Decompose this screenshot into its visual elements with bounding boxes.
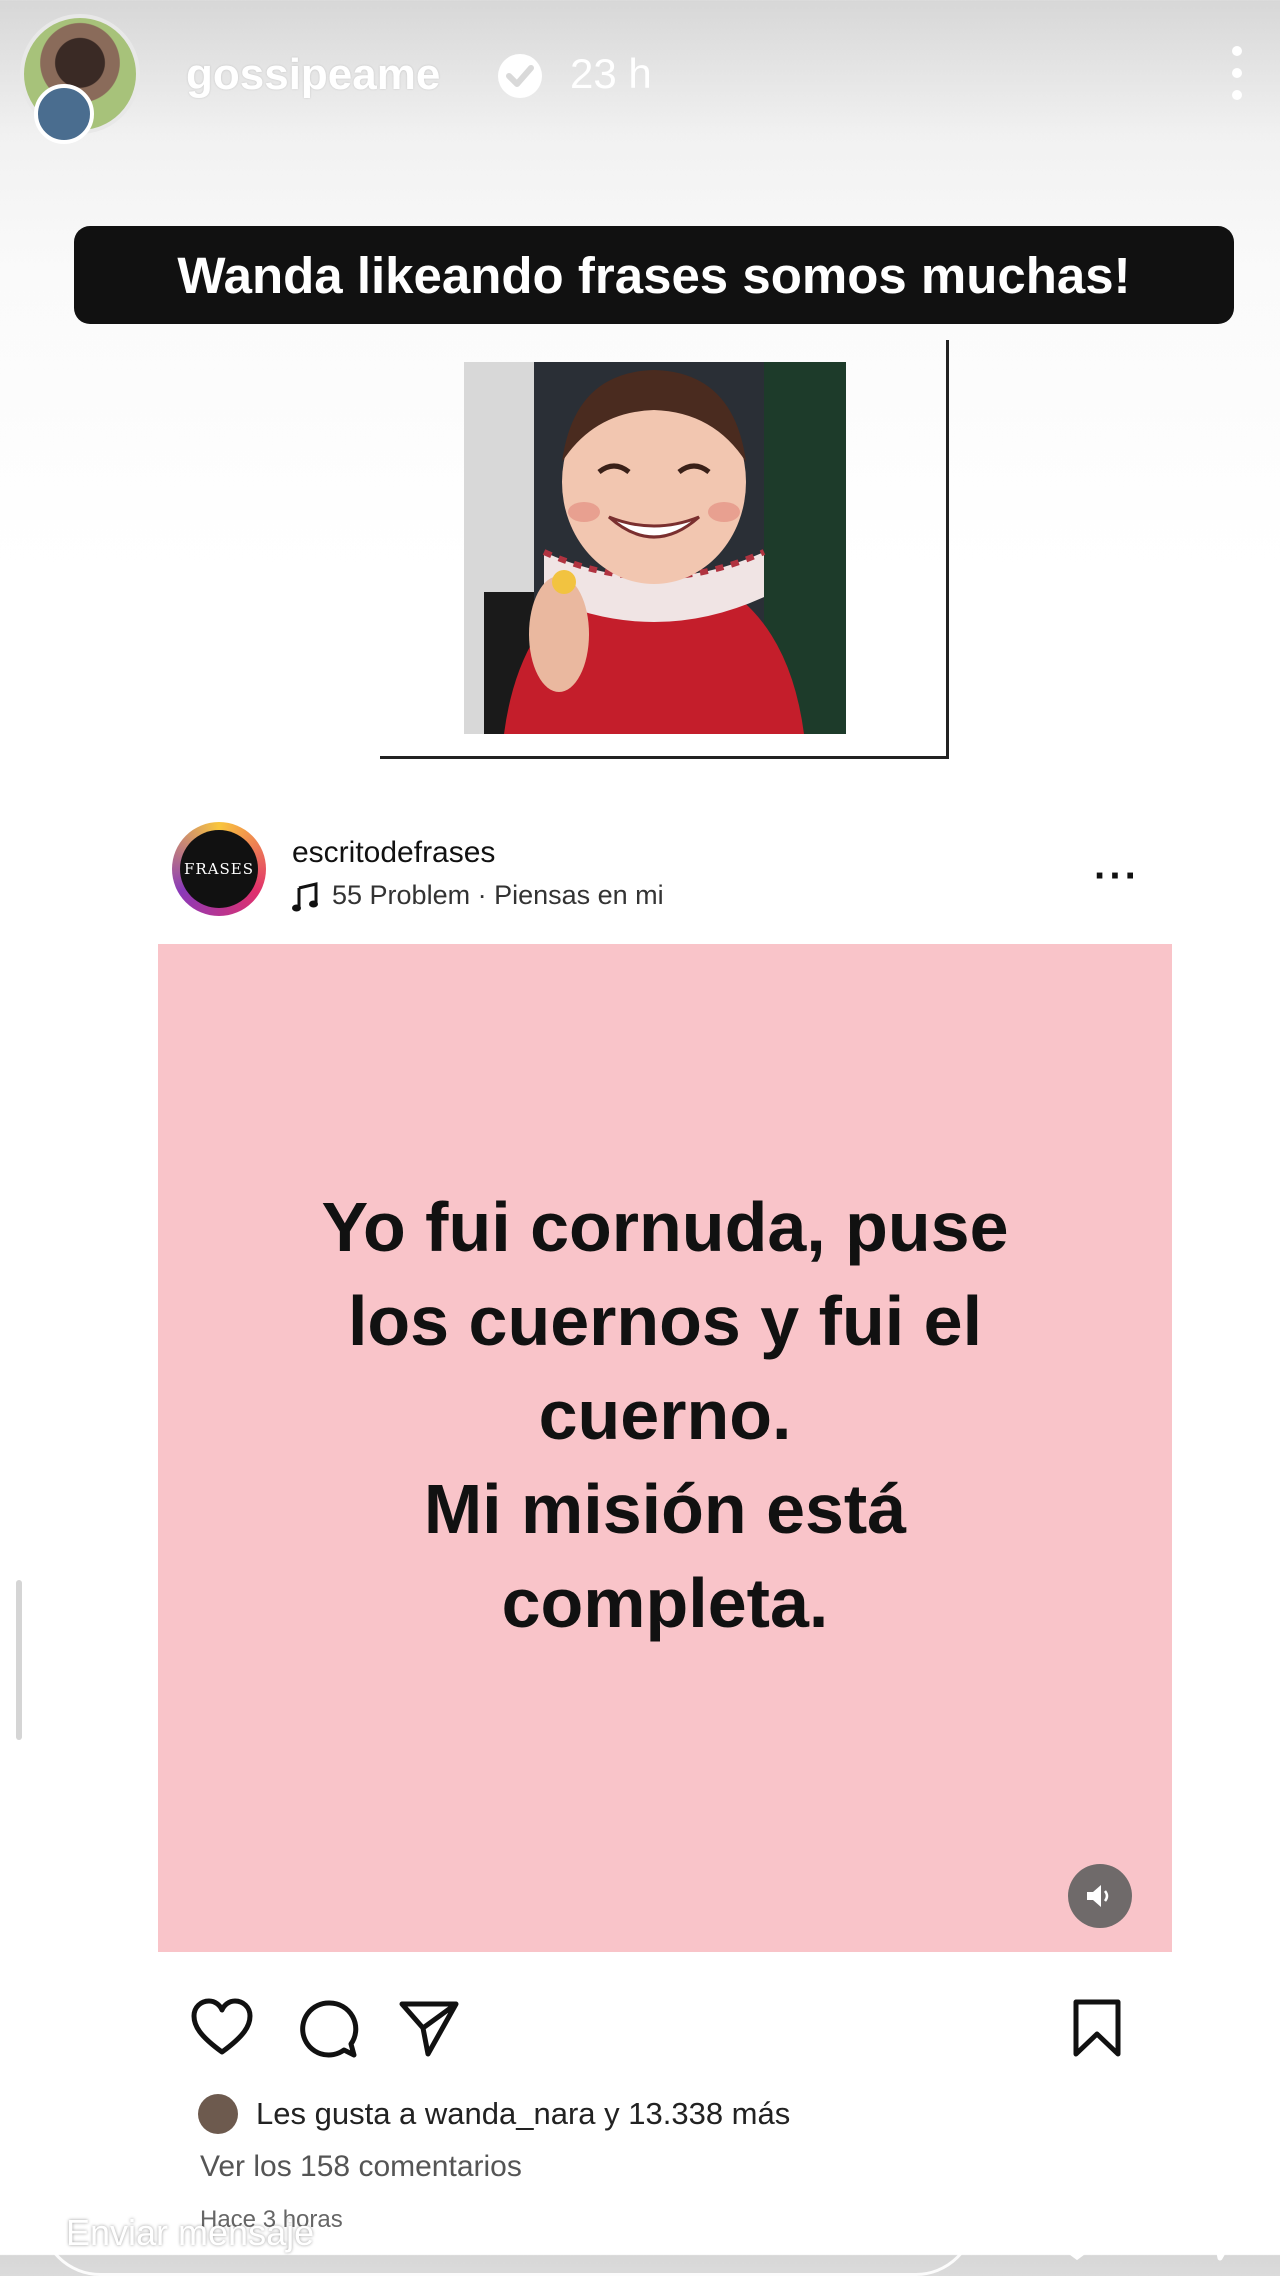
more-options-icon[interactable] <box>1228 40 1246 112</box>
edge-marker <box>16 1580 22 1740</box>
verified-icon <box>498 54 542 98</box>
quote-line: completa. <box>501 1564 829 1642</box>
likes-count[interactable]: Les gusta a wanda_nara y 13.338 más <box>256 2096 790 2132</box>
message-placeholder[interactable]: Enviar mensaje <box>66 2212 314 2254</box>
story-caption: Wanda likeando frases somos muchas! <box>74 226 1234 324</box>
meme-image <box>464 362 846 734</box>
music-note-icon <box>292 882 318 912</box>
post-avatar[interactable]: FRASES <box>180 830 258 908</box>
story-like-icon[interactable] <box>1040 2196 1114 2262</box>
quote-line: Mi misión está <box>423 1470 907 1548</box>
speaker-icon <box>1087 1885 1109 1907</box>
story-username[interactable]: gossipeame <box>186 50 440 100</box>
post-song[interactable]: 55 Problem · Piensas en mi <box>332 880 664 911</box>
quote-line: Yo fui cornuda, puse <box>321 1188 1009 1266</box>
quote-line: los cuernos y fui el <box>347 1282 983 1360</box>
quote-text: Yo fui cornuda, puse los cuernos y fui e… <box>158 1180 1172 1650</box>
comment-icon[interactable] <box>298 1998 360 2060</box>
share-icon[interactable] <box>398 1998 460 2058</box>
story-send-icon[interactable] <box>1184 2196 1256 2262</box>
bookmark-icon[interactable] <box>1070 1998 1124 2058</box>
post-username[interactable]: escritodefrases <box>292 836 495 870</box>
likes-avatar[interactable] <box>198 2094 238 2134</box>
quote-line: cuerno. <box>538 1376 792 1454</box>
story-time: 23 h <box>570 50 652 97</box>
heart-icon[interactable] <box>190 1998 254 2056</box>
avatar-badge <box>34 84 94 144</box>
sound-toggle-button[interactable] <box>1068 1864 1132 1928</box>
post-more-icon[interactable]: ··· <box>1094 856 1140 896</box>
